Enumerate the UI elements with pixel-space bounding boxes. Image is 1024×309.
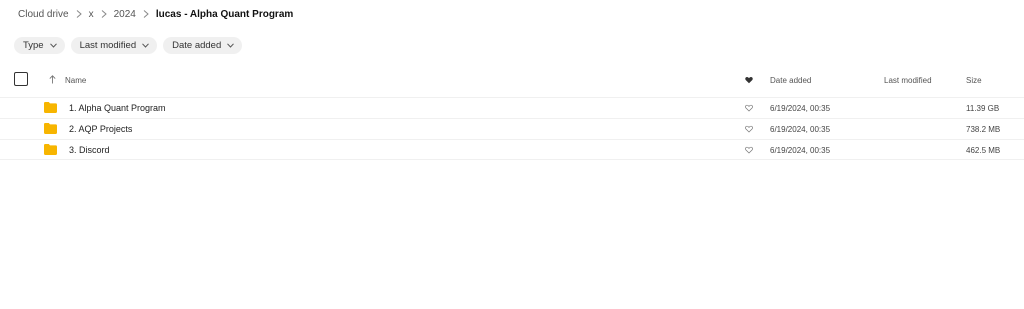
breadcrumb-cloud-drive[interactable]: Cloud drive bbox=[18, 9, 69, 20]
column-header-date-added[interactable]: Date added bbox=[770, 70, 811, 90]
filter-last-modified-button[interactable]: Last modified bbox=[70, 37, 158, 54]
row-date-added: 6/19/2024, 00:35 bbox=[770, 103, 831, 113]
heart-outline-icon[interactable] bbox=[745, 125, 753, 133]
filter-date-added-button[interactable]: Date added bbox=[163, 37, 243, 54]
favorite-column-heart-icon[interactable] bbox=[745, 70, 753, 90]
column-header-name[interactable]: Name bbox=[65, 70, 86, 90]
file-list: 1. Alpha Quant Program 6/19/2024, 00:35 … bbox=[0, 97, 1024, 160]
filter-date-added-label: Date added bbox=[172, 40, 222, 51]
table-row[interactable]: 3. Discord 6/19/2024, 00:35 462.5 MB bbox=[0, 139, 1024, 160]
folder-icon bbox=[44, 144, 57, 155]
row-size: 462.5 MB bbox=[966, 145, 1001, 155]
filter-bar: Type Last modified Date added bbox=[14, 37, 243, 54]
chevron-right-icon bbox=[143, 10, 149, 18]
chevron-right-icon bbox=[101, 10, 107, 18]
table-row[interactable]: 1. Alpha Quant Program 6/19/2024, 00:35 … bbox=[0, 97, 1024, 118]
row-name: 3. Discord bbox=[69, 145, 110, 155]
column-header-size[interactable]: Size bbox=[966, 70, 982, 90]
filter-type-label: Type bbox=[23, 40, 44, 51]
sort-arrow-up-icon[interactable] bbox=[49, 75, 56, 84]
heart-outline-icon[interactable] bbox=[745, 104, 753, 112]
row-size: 11.39 GB bbox=[966, 103, 1000, 113]
breadcrumb-x[interactable]: x bbox=[89, 9, 94, 20]
chevron-down-icon bbox=[49, 43, 57, 48]
table-row[interactable]: 2. AQP Projects 6/19/2024, 00:35 738.2 M… bbox=[0, 118, 1024, 139]
table-header: Name Date added Last modified Size bbox=[0, 70, 1024, 90]
breadcrumb: Cloud drive x 2024 lucas - Alpha Quant P… bbox=[18, 7, 293, 21]
filter-type-button[interactable]: Type bbox=[14, 37, 65, 54]
chevron-down-icon bbox=[142, 43, 149, 48]
folder-icon bbox=[44, 123, 57, 134]
breadcrumb-2024[interactable]: 2024 bbox=[114, 9, 136, 20]
chevron-down-icon bbox=[227, 43, 235, 48]
filter-last-modified-label: Last modified bbox=[79, 40, 137, 51]
row-date-added: 6/19/2024, 00:35 bbox=[770, 124, 831, 134]
column-header-last-modified[interactable]: Last modified bbox=[884, 70, 932, 90]
row-size: 738.2 MB bbox=[966, 124, 1001, 134]
select-all-checkbox[interactable] bbox=[14, 72, 28, 86]
folder-icon bbox=[44, 102, 57, 113]
breadcrumb-current: lucas - Alpha Quant Program bbox=[155, 8, 294, 20]
chevron-right-icon bbox=[76, 10, 82, 18]
row-name: 1. Alpha Quant Program bbox=[69, 103, 166, 113]
row-name: 2. AQP Projects bbox=[69, 124, 133, 134]
row-date-added: 6/19/2024, 00:35 bbox=[770, 145, 831, 155]
heart-outline-icon[interactable] bbox=[745, 146, 753, 154]
